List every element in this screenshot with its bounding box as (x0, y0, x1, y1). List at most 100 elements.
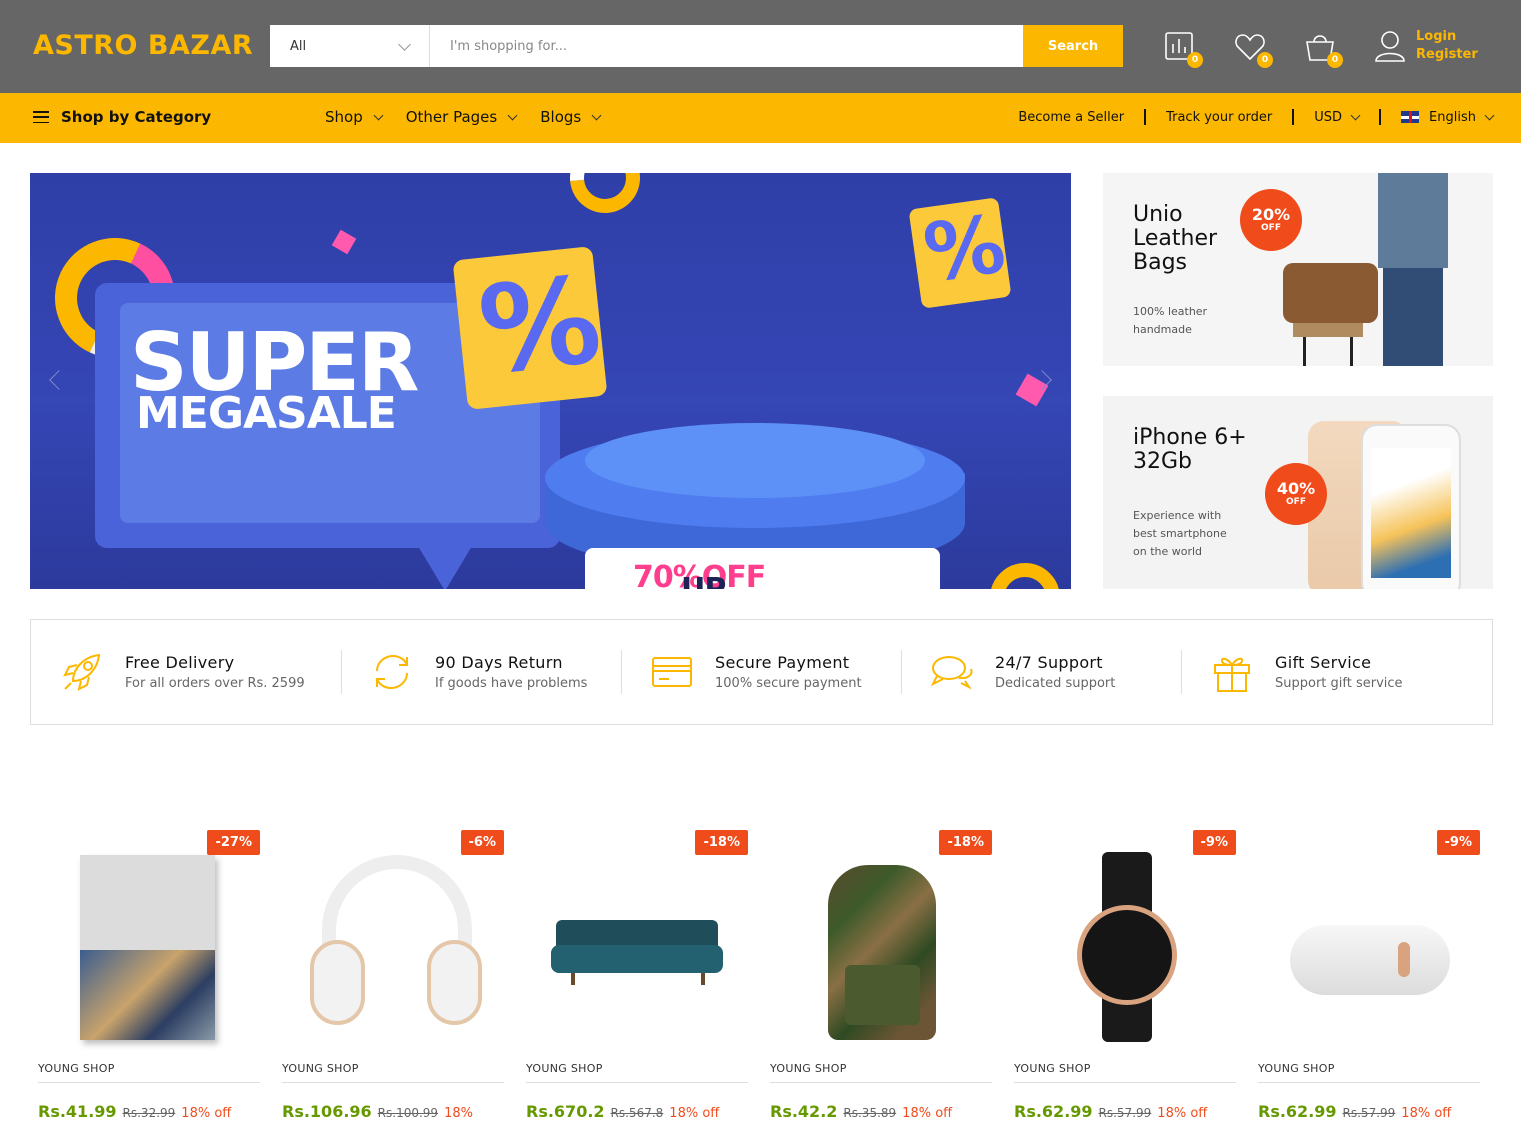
product-price: Rs.62.99 Rs.57.99 18% off (1258, 1102, 1451, 1121)
register-link[interactable]: Register (1416, 46, 1478, 64)
site-header: ASTRO BAZAR All Search 0 0 0 Login (0, 0, 1521, 93)
track-order-link[interactable]: Track your order (1166, 110, 1272, 125)
old-price: Rs.35.89 (843, 1106, 897, 1120)
divider (1144, 109, 1147, 125)
shop-by-category-label: Shop by Category (61, 108, 212, 126)
chevron-down-icon (1350, 110, 1361, 120)
menu-icon (33, 111, 49, 123)
chevron-down-icon (1484, 110, 1495, 120)
offer-prefix: UP TO (681, 572, 765, 589)
product-card[interactable]: -9% YOUNG SHOP Rs.62.99 Rs.57.99 18% off (1006, 820, 1250, 1132)
site-logo[interactable]: ASTRO BAZAR (33, 30, 253, 61)
product-card[interactable]: -9% YOUNG SHOP Rs.62.99 Rs.57.99 18% off (1250, 820, 1494, 1132)
search-bar: All Search (270, 25, 1123, 67)
cart-button[interactable]: 0 (1303, 30, 1343, 68)
become-seller-link[interactable]: Become a Seller (1018, 110, 1124, 125)
feature-secure-payment: Secure Payment 100% secure payment (621, 650, 901, 694)
product-image-book[interactable] (38, 830, 260, 1055)
percent-off: 18% off (1157, 1106, 1208, 1121)
promo-banner-iphone[interactable]: iPhone 6+ 32Gb Experience with best smartp… (1103, 396, 1493, 589)
search-button[interactable]: Search (1023, 25, 1123, 67)
main-navbar: Shop by Category Shop Other Pages Blogs … (0, 93, 1521, 143)
bag-image (1283, 263, 1378, 323)
product-grid: -27% YOUNG SHOP Rs.41.99 Rs.32.99 18% of… (30, 820, 1493, 1132)
divider (1292, 109, 1295, 125)
product-image-sofa[interactable] (526, 830, 748, 1055)
product-vendor[interactable]: YOUNG SHOP (282, 1062, 359, 1075)
feature-support: 24/7 Support Dedicated support (901, 650, 1181, 694)
nav-item-label: Blogs (540, 108, 582, 126)
feature-title: Gift Service (1275, 653, 1372, 672)
product-card[interactable]: -18% YOUNG SHOP Rs.42.2 Rs.35.89 18% off (762, 820, 1006, 1132)
product-vendor[interactable]: YOUNG SHOP (1014, 1062, 1091, 1075)
nav-item-label: Other Pages (405, 108, 498, 126)
compare-count-badge: 0 (1187, 52, 1203, 68)
slider-prev-arrow-icon[interactable] (49, 370, 69, 390)
product-image-speaker[interactable] (1258, 830, 1480, 1055)
product-image-headphones[interactable] (282, 830, 504, 1055)
product-price: Rs.106.96 Rs.100.99 18% (282, 1102, 473, 1121)
product-vendor[interactable]: YOUNG SHOP (38, 1062, 115, 1075)
wishlist-button[interactable]: 0 (1233, 30, 1273, 68)
product-card[interactable]: -18% YOUNG SHOP Rs.670.2 Rs.567.8 18% of… (518, 820, 762, 1132)
currency-dropdown[interactable]: USD (1314, 109, 1361, 125)
language-dropdown[interactable]: English (1401, 109, 1495, 125)
shop-by-category-menu[interactable]: Shop by Category (33, 108, 211, 126)
currency-value: USD (1314, 109, 1343, 125)
percent-badge-graphic: % (452, 246, 608, 410)
login-link[interactable]: Login (1416, 28, 1478, 46)
old-price: Rs.567.8 (610, 1106, 664, 1120)
search-input[interactable] (430, 25, 1023, 67)
chevron-down-icon (373, 110, 384, 120)
discount-badge: -9% (1436, 830, 1480, 855)
discount-badge: -9% (1192, 830, 1236, 855)
product-image-backpack[interactable] (770, 830, 992, 1055)
category-select-value: All (290, 38, 307, 54)
decor-ring (990, 563, 1060, 589)
percent-off: 18% off (669, 1106, 720, 1121)
discount-badge: -18% (695, 830, 748, 855)
compare-button[interactable]: 0 (1163, 30, 1203, 68)
current-price: Rs.42.2 (770, 1102, 838, 1121)
feature-free-delivery: Free Delivery For all orders over Rs. 25… (31, 650, 341, 694)
percent-off: 18% off (1401, 1106, 1452, 1121)
divider (526, 1082, 748, 1083)
language-value: English (1429, 109, 1476, 125)
hero-slider[interactable]: SUPER MEGASALE % % UP TO 70%OFF (30, 173, 1071, 589)
product-card[interactable]: -27% YOUNG SHOP Rs.41.99 Rs.32.99 18% of… (30, 820, 274, 1132)
old-price: Rs.57.99 (1342, 1106, 1396, 1120)
product-image-watch[interactable] (1014, 830, 1236, 1055)
old-price: Rs.100.99 (377, 1106, 439, 1120)
feature-subtitle: If goods have problems (435, 676, 588, 691)
percent-badge-graphic: % (908, 197, 1012, 309)
nav-item-shop[interactable]: Shop (325, 108, 384, 126)
nav-item-blogs[interactable]: Blogs (540, 108, 602, 126)
product-card[interactable]: -6% YOUNG SHOP Rs.106.96 Rs.100.99 18% (274, 820, 518, 1132)
decor-ring (555, 173, 655, 228)
feature-return: 90 Days Return If goods have problems (341, 650, 621, 694)
product-vendor[interactable]: YOUNG SHOP (1258, 1062, 1335, 1075)
nav-item-label: Shop (325, 108, 363, 126)
decor-gem (331, 229, 357, 255)
feature-gift: Gift Service Support gift service (1181, 650, 1461, 694)
chevron-down-icon (398, 37, 411, 51)
current-price: Rs.62.99 (1258, 1102, 1337, 1121)
product-vendor[interactable]: YOUNG SHOP (526, 1062, 603, 1075)
old-price: Rs.32.99 (122, 1106, 176, 1120)
feature-subtitle: 100% secure payment (715, 676, 862, 691)
promo-subtitle: Experience with best smartphone on the wor… (1133, 509, 1227, 558)
divider (1379, 109, 1382, 125)
feature-title: Secure Payment (715, 653, 850, 672)
cart-count-badge: 0 (1327, 52, 1343, 68)
user-icon (1375, 31, 1405, 62)
chevron-down-icon (507, 110, 518, 120)
divider (770, 1082, 992, 1083)
service-features: Free Delivery For all orders over Rs. 25… (30, 619, 1493, 725)
gift-icon (1214, 657, 1250, 692)
feature-subtitle: For all orders over Rs. 2599 (125, 676, 305, 691)
nav-item-other-pages[interactable]: Other Pages (405, 108, 518, 126)
product-vendor[interactable]: YOUNG SHOP (770, 1062, 847, 1075)
promo-banner-leather-bags[interactable]: Unio Leather Bags 100% leather handmade 20%… (1103, 173, 1493, 366)
category-select[interactable]: All (270, 25, 430, 67)
iphone-front-image (1361, 424, 1461, 589)
